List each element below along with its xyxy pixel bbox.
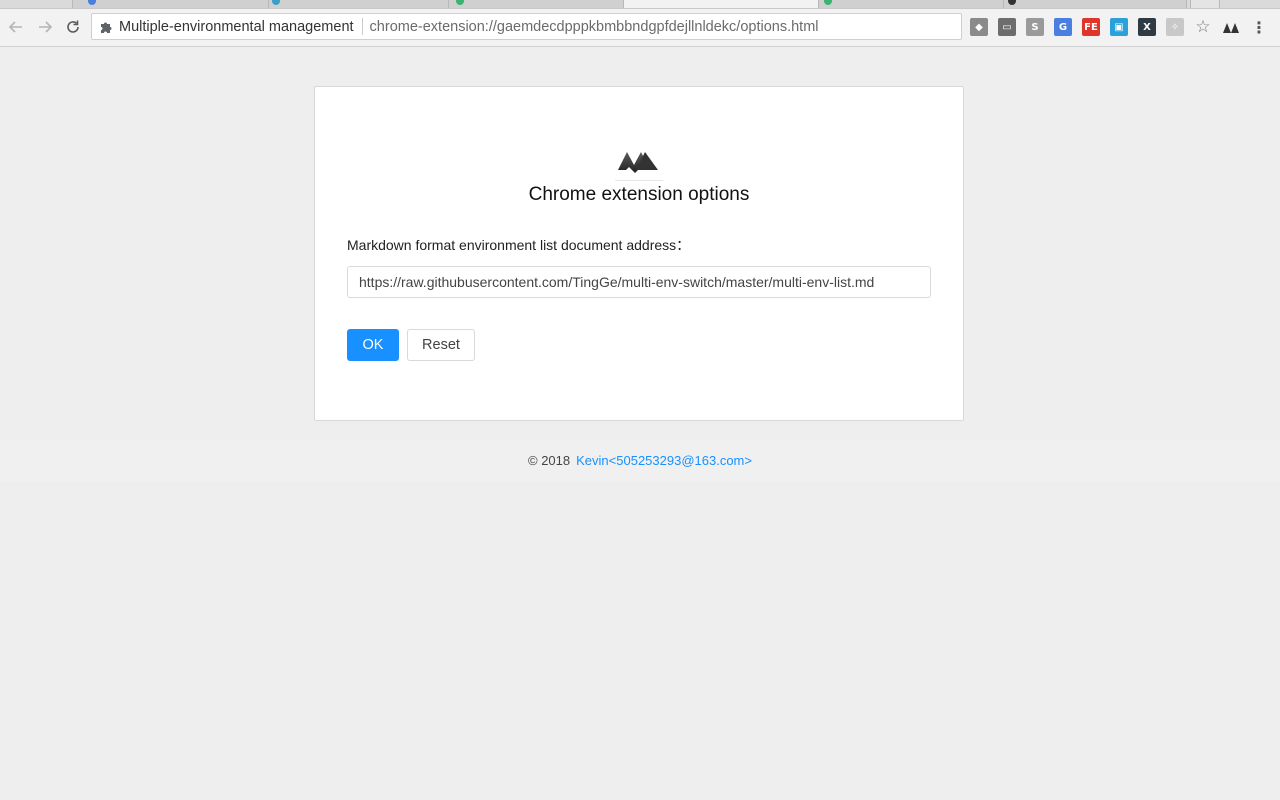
chrome-menu-icon[interactable]: ⋮ [1250,18,1268,37]
page-title: Chrome extension options [528,184,750,205]
extension-puzzle-icon [99,20,113,34]
site-name-chip: Multiple-environmental management [119,18,354,35]
extension-icons: ◆ ▭ S G FE ▣ X ✧ ☆ ⋮ [970,15,1278,39]
browser-tab-active[interactable] [623,0,820,8]
reset-button[interactable]: Reset [407,329,475,361]
puzzle-extension-icon[interactable]: ✧ [1166,18,1184,36]
address-bar[interactable]: Multiple-environmental management chrome… [91,13,962,40]
copyright-text: © 2018 [528,453,571,468]
page-footer: © 2018 Kevin<505253293@163.com> [0,453,1280,468]
layers-extension-icon[interactable]: ◆ [970,18,988,36]
url-text: chrome-extension://gaemdecdpppkbmbbndgpf… [369,18,819,35]
reload-icon [67,20,79,33]
reload-button[interactable] [61,15,85,39]
s-extension-icon[interactable]: S [1026,18,1044,36]
env-list-address-input[interactable] [347,266,931,298]
back-arrow-icon [8,21,22,33]
browser-tab[interactable] [818,0,1005,8]
browser-tab[interactable] [268,0,450,8]
tab-strip [0,0,1280,9]
x-extension-icon[interactable]: X [1138,18,1156,36]
multi-env-extension-icon[interactable] [1222,18,1240,36]
browser-tab[interactable] [72,0,270,8]
back-button[interactable] [4,15,28,39]
ok-button[interactable]: OK [347,329,399,361]
options-card: Chrome extension options Markdown format… [314,86,964,421]
browser-tab[interactable] [1003,0,1187,8]
reader-extension-icon[interactable]: ▣ [1110,18,1128,36]
browser-tab[interactable] [448,0,625,8]
new-tab-button[interactable] [1190,0,1220,8]
forward-button[interactable] [33,15,57,39]
fe-extension-icon[interactable]: FE [1082,18,1100,36]
env-list-address-label: Markdown format environment list documen… [347,237,691,253]
author-link[interactable]: Kevin<505253293@163.com> [576,453,752,468]
browser-toolbar: Multiple-environmental management chrome… [0,9,1280,47]
logo-underline [615,180,663,181]
address-separator [361,18,363,35]
window-extension-icon[interactable]: ▭ [998,18,1016,36]
translate-extension-icon[interactable]: G [1054,18,1072,36]
app-logo-icon [614,143,662,181]
forward-arrow-icon [39,21,53,33]
bookmark-star-icon[interactable]: ☆ [1194,17,1212,37]
